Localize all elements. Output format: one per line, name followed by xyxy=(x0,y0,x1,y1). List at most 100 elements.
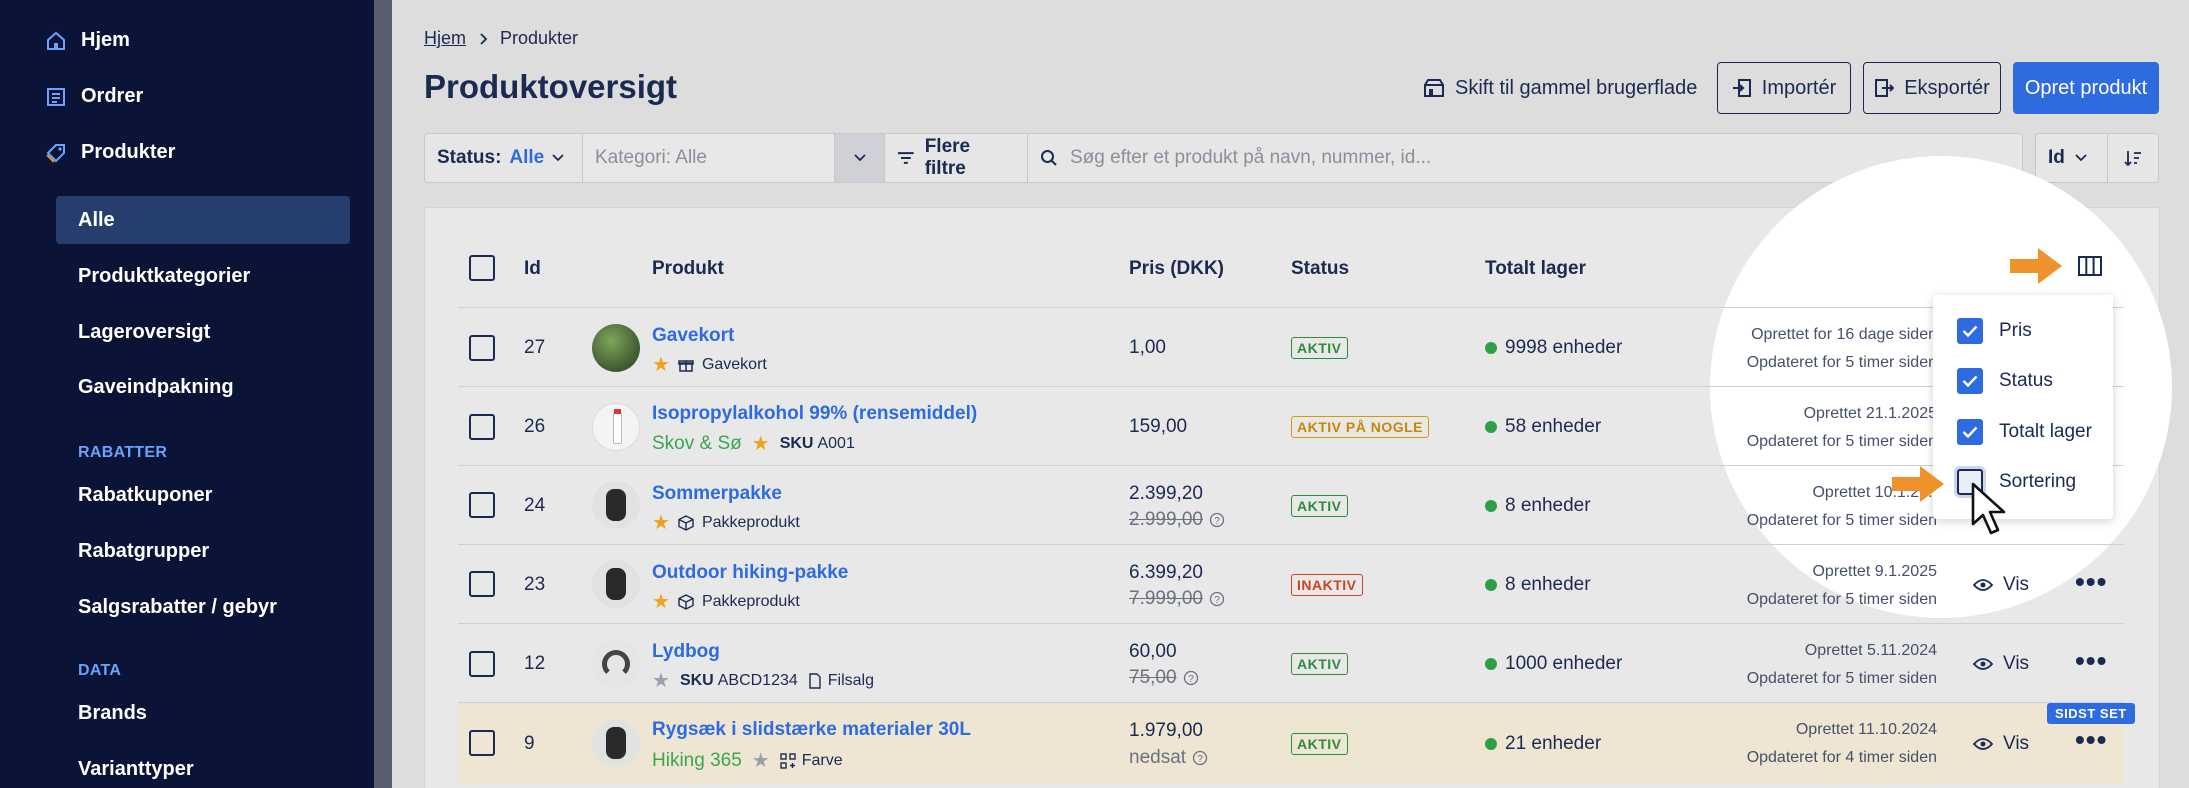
more-filters-label: Flere filtre xyxy=(924,136,971,179)
sidebar-item-orders[interactable]: Ordrer xyxy=(45,85,143,108)
sidebar-item-categories[interactable]: Produktkategorier xyxy=(78,265,250,288)
row-dates: Oprettet for 16 dage siden Opdateret for … xyxy=(1747,321,1937,377)
legacy-ui-button[interactable]: Skift til gammel brugerflade xyxy=(1423,62,1697,114)
brand-name[interactable]: Hiking 365 xyxy=(652,750,742,772)
row-id: 23 xyxy=(524,574,546,595)
product-name[interactable]: Rygsæk i slidstærke materialer 30L xyxy=(652,719,971,741)
row-checkbox[interactable] xyxy=(469,651,495,677)
star-icon[interactable]: ★ xyxy=(652,589,670,614)
created-date: Oprettet 9.1.2025 xyxy=(1812,563,1937,580)
column-toggle-status[interactable]: Status xyxy=(1957,368,2053,394)
export-button[interactable]: Eksportér xyxy=(1863,62,2001,114)
product-name[interactable]: Gavekort xyxy=(652,325,734,347)
sort-field-select[interactable]: Id xyxy=(2036,134,2108,182)
category-dropdown-toggle[interactable] xyxy=(835,134,885,182)
category-filter[interactable]: Kategori: Alle xyxy=(583,134,835,182)
filter-bar: Status: Alle Kategori: Alle Flere filtre… xyxy=(424,133,2023,183)
check-icon xyxy=(1962,325,1978,337)
view-button[interactable]: Vis xyxy=(1973,653,2029,675)
product-thumbnail xyxy=(592,640,640,688)
select-all-checkbox[interactable] xyxy=(469,255,495,281)
updated-date: Opdateret for 5 timer siden xyxy=(1746,670,1937,687)
star-icon[interactable]: ★ xyxy=(652,510,670,535)
sort-direction-button[interactable] xyxy=(2108,134,2158,182)
chevron-down-icon xyxy=(853,154,866,162)
product-name[interactable]: Isopropylalkohol 99% (rensemiddel) xyxy=(652,403,977,425)
sidebar-item-products[interactable]: Produkter xyxy=(45,141,175,164)
sidebar-item-discount-groups[interactable]: Rabatgrupper xyxy=(78,540,209,563)
product-name[interactable]: Sommerpakke xyxy=(652,483,782,505)
row-checkbox[interactable] xyxy=(469,730,495,756)
sort-controls: Id xyxy=(2035,133,2159,183)
sidebar-item-giftwrap[interactable]: Gaveindpakning xyxy=(78,376,234,399)
checkbox-checked[interactable] xyxy=(1957,419,1983,445)
product-name[interactable]: Outdoor hiking-pakke xyxy=(652,562,848,584)
header-product[interactable]: Produkt xyxy=(652,258,724,280)
view-label: Vis xyxy=(2003,653,2030,674)
sort-field-value: Id xyxy=(2048,147,2065,168)
help-icon[interactable]: ? xyxy=(1209,512,1225,528)
checkbox-checked[interactable] xyxy=(1957,318,1983,344)
status-badge: INAKTIV xyxy=(1291,574,1363,596)
sidebar-item-all[interactable]: Alle xyxy=(78,209,115,232)
more-filters-button[interactable]: Flere filtre xyxy=(885,134,1028,182)
sidebar-item-home[interactable]: Hjem xyxy=(45,29,130,52)
product-type: Farve xyxy=(801,751,843,769)
sidebar-item-brands[interactable]: Brands xyxy=(78,702,147,725)
header-price[interactable]: Pris (DKK) xyxy=(1129,258,1224,280)
star-icon[interactable]: ★ xyxy=(652,352,670,377)
gift-icon xyxy=(678,359,694,372)
svg-text:?: ? xyxy=(1188,674,1194,685)
sidebar-item-stock[interactable]: Lageroversigt xyxy=(78,321,210,344)
more-icon[interactable]: ••• xyxy=(2075,724,2107,756)
search-input[interactable]: Søg efter et produkt på navn, nummer, id… xyxy=(1070,147,1431,169)
row-checkbox[interactable] xyxy=(469,335,495,361)
legacy-ui-label: Skift til gammel brugerflade xyxy=(1455,76,1698,99)
brand-name[interactable]: Skov & Sø xyxy=(652,433,742,455)
product-name[interactable]: Lydbog xyxy=(652,641,720,663)
old-price: 7.999,00? xyxy=(1129,588,1225,610)
import-button[interactable]: Importér xyxy=(1717,62,1851,114)
row-checkbox[interactable] xyxy=(469,492,495,518)
star-icon[interactable]: ★ xyxy=(752,748,770,773)
sidebar-item-sales-discounts[interactable]: Salgsrabatter / gebyr xyxy=(78,596,277,619)
breadcrumb-home[interactable]: Hjem xyxy=(424,28,466,49)
more-icon[interactable]: ••• xyxy=(2075,645,2107,677)
old-price-value: nedsat xyxy=(1129,747,1187,768)
product-meta: ★ Pakkeprodukt xyxy=(652,510,800,535)
column-toggle-price[interactable]: Pris xyxy=(1957,318,2032,344)
file-icon xyxy=(809,672,821,689)
star-icon[interactable]: ★ xyxy=(652,668,670,693)
sidebar-item-variant-types[interactable]: Varianttyper xyxy=(78,758,194,781)
row-checkbox[interactable] xyxy=(469,414,495,440)
stock-dot xyxy=(1485,420,1497,433)
status-filter[interactable]: Status: Alle xyxy=(425,134,583,182)
columns-icon[interactable] xyxy=(2077,254,2103,278)
shop-icon xyxy=(1424,79,1444,97)
view-button[interactable]: Vis xyxy=(1973,733,2029,755)
create-product-button[interactable]: Opret produkt xyxy=(2013,62,2159,114)
row-checkbox[interactable] xyxy=(469,571,495,597)
stock-dot xyxy=(1485,578,1497,591)
help-icon[interactable]: ? xyxy=(1192,750,1208,766)
svg-text:?: ? xyxy=(1214,516,1220,527)
column-toggle-stock[interactable]: Totalt lager xyxy=(1957,419,2092,445)
stock-dot xyxy=(1485,341,1497,354)
chevron-down-icon xyxy=(552,154,564,162)
header-id[interactable]: Id xyxy=(524,258,541,280)
stock-value: 9998 enheder xyxy=(1485,337,1622,359)
star-icon[interactable]: ★ xyxy=(752,431,770,456)
help-icon[interactable]: ? xyxy=(1183,670,1199,686)
help-icon[interactable]: ? xyxy=(1209,591,1225,607)
header-stock[interactable]: Totalt lager xyxy=(1485,258,1586,280)
old-price-value: 75,00 xyxy=(1129,667,1177,688)
product-type: Filsalg xyxy=(827,671,874,689)
sidebar-item-coupons[interactable]: Rabatkuponer xyxy=(78,484,212,507)
stock-value: 8 enheder xyxy=(1485,574,1591,596)
old-price-value: 2.999,00 xyxy=(1129,509,1203,530)
checkbox-checked[interactable] xyxy=(1957,368,1983,394)
more-icon[interactable]: ••• xyxy=(2075,566,2107,598)
header-status[interactable]: Status xyxy=(1291,258,1349,280)
filter-icon xyxy=(897,152,914,164)
view-button[interactable]: Vis xyxy=(1973,574,2029,596)
